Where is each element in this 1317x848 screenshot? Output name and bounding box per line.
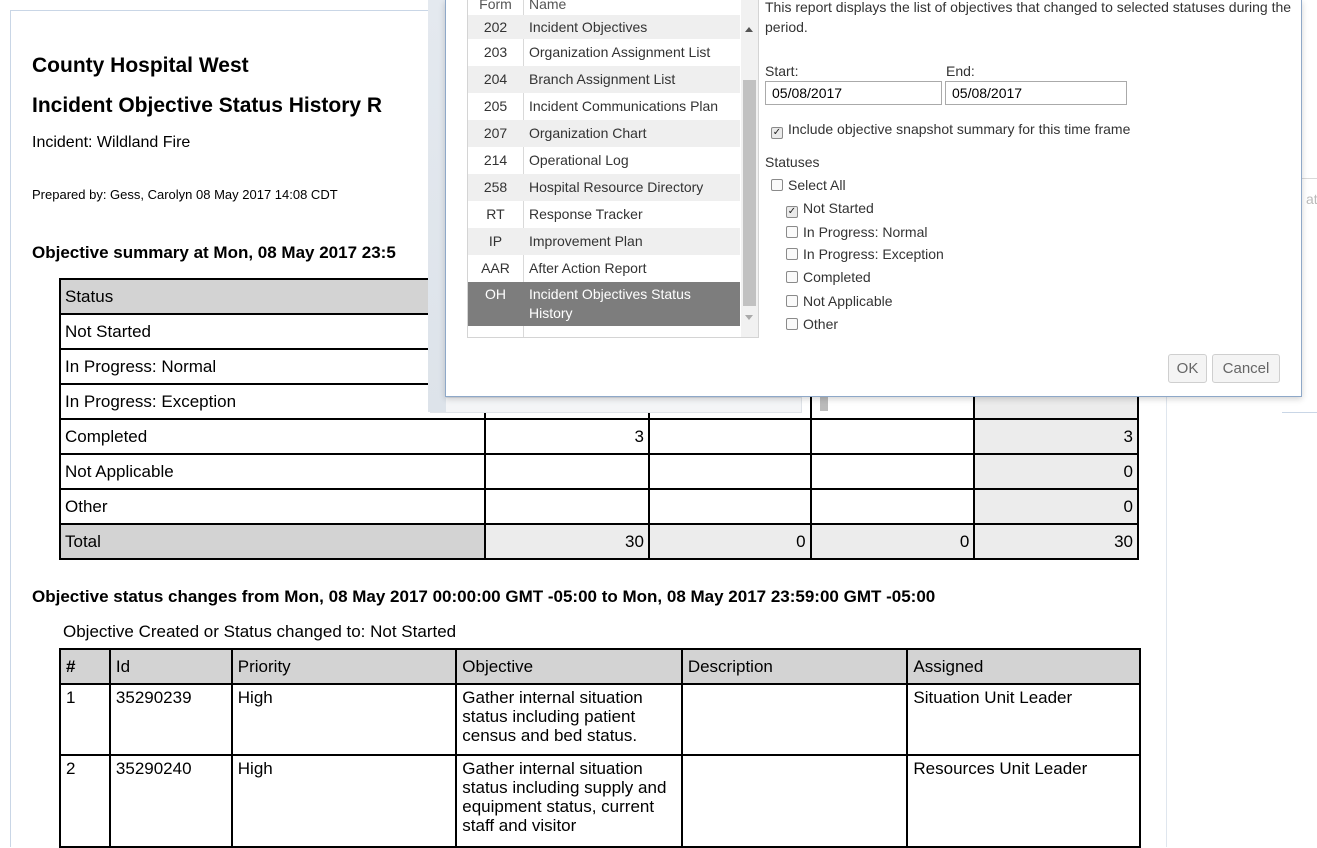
start-label: Start: <box>765 63 799 79</box>
report-options-dialog: Form Name 202 Incident Objectives 203 Or… <box>445 0 1302 397</box>
form-list-header: Form Name <box>468 0 740 15</box>
scroll-down-icon[interactable] <box>745 315 753 320</box>
form-row-ip[interactable]: IP Improvement Plan <box>468 228 740 255</box>
checkbox-empty-icon[interactable] <box>786 226 798 238</box>
form-row-204[interactable]: 204 Branch Assignment List <box>468 66 740 93</box>
col-number: # <box>59 648 111 685</box>
changes-header-row: # Id Priority Objective Description Assi… <box>59 648 1141 685</box>
edge-text: at <box>1306 191 1317 207</box>
snapshot-checkbox[interactable]: ✓ Include objective snapshot summary for … <box>771 121 1130 139</box>
col-objective: Objective <box>455 648 683 685</box>
end-date-input[interactable] <box>945 81 1127 105</box>
changes-table: # Id Priority Objective Description Assi… <box>59 648 1141 848</box>
col-priority: Priority <box>230 648 458 685</box>
summary-header-status: Status <box>58 278 487 315</box>
cancel-button[interactable]: Cancel <box>1212 354 1280 383</box>
total-label: Total <box>58 523 487 560</box>
status-completed-checkbox[interactable]: Completed <box>786 269 871 285</box>
hidden-panel-marker <box>820 397 828 411</box>
end-label: End: <box>946 63 975 79</box>
table-row: Completed 3 3 <box>58 418 1139 455</box>
table-row: Other 0 <box>58 488 1139 525</box>
status-cell: Not Applicable <box>58 453 487 490</box>
form-row-oh-selected[interactable]: OH Incident Objectives Status History <box>468 282 740 326</box>
status-not-started-checkbox[interactable]: ✓ Not Started <box>786 200 874 218</box>
report-title: Incident Objective Status History R <box>32 94 383 117</box>
snapshot-label: Include objective snapshot summary for t… <box>788 121 1131 137</box>
ok-button[interactable]: OK <box>1168 354 1207 383</box>
form-column-header: Form <box>479 0 512 12</box>
status-in-progress-normal-checkbox[interactable]: In Progress: Normal <box>786 224 927 240</box>
form-list[interactable]: Form Name 202 Incident Objectives 203 Or… <box>467 0 759 338</box>
table-row: Not Applicable 0 <box>58 453 1139 490</box>
edge-divider <box>1301 178 1317 179</box>
col-assigned: Assigned <box>906 648 1141 685</box>
form-list-scrollbar[interactable] <box>741 0 758 337</box>
name-column-header: Name <box>529 0 567 12</box>
select-all-checkbox[interactable]: Select All <box>771 177 846 193</box>
hospital-name: County Hospital West <box>32 54 249 77</box>
checkbox-empty-icon[interactable] <box>786 248 798 260</box>
status-not-applicable-checkbox[interactable]: Not Applicable <box>786 293 893 309</box>
start-date-input[interactable] <box>765 81 942 105</box>
statuses-label: Statuses <box>765 154 820 170</box>
form-row-202[interactable]: 202 Incident Objectives <box>468 15 740 39</box>
summary-heading: Objective summary at Mon, 08 May 2017 23… <box>32 243 396 262</box>
scrollbar-thumb[interactable] <box>743 80 756 306</box>
status-cell: In Progress: Normal <box>58 348 487 385</box>
changes-heading: Objective status changes from Mon, 08 Ma… <box>32 587 936 606</box>
status-other-checkbox[interactable]: Other <box>786 316 838 332</box>
form-row-258[interactable]: 258 Hospital Resource Directory <box>468 174 740 201</box>
form-row-205[interactable]: 205 Incident Communications Plan <box>468 93 740 120</box>
status-cell: Not Started <box>58 313 487 350</box>
report-description: This report displays the list of objecti… <box>765 0 1292 35</box>
dialog-overlay-edge <box>428 0 446 412</box>
checkbox-empty-icon[interactable] <box>771 179 783 191</box>
form-row-207[interactable]: 207 Organization Chart <box>468 120 740 147</box>
hidden-panel-edge <box>430 397 802 413</box>
prepared-by: Prepared by: Gess, Carolyn 08 May 2017 1… <box>32 187 338 202</box>
checkbox-empty-icon[interactable] <box>786 318 798 330</box>
checkbox-empty-icon[interactable] <box>786 271 798 283</box>
form-row-203[interactable]: 203 Organization Assignment List <box>468 39 740 66</box>
edge-divider-bottom <box>1282 412 1317 413</box>
status-in-progress-exception-checkbox[interactable]: In Progress: Exception <box>786 246 944 262</box>
col-id: Id <box>108 648 233 685</box>
form-row-aar[interactable]: AAR After Action Report <box>468 255 740 282</box>
table-row: 2 35290240 High Gather internal situatio… <box>59 754 1141 848</box>
table-row: 1 35290239 High Gather internal situatio… <box>59 683 1141 756</box>
checkbox-empty-icon[interactable] <box>786 295 798 307</box>
col-description: Description <box>680 648 909 685</box>
incident-name: Incident: Wildland Fire <box>32 134 191 151</box>
form-row-rt[interactable]: RT Response Tracker <box>468 201 740 228</box>
form-row-214[interactable]: 214 Operational Log <box>468 147 740 174</box>
checkmark-icon[interactable]: ✓ <box>786 206 798 218</box>
summary-total-row: Total 30 0 0 30 <box>58 523 1139 560</box>
checkmark-icon[interactable]: ✓ <box>771 127 783 139</box>
status-cell: In Progress: Exception <box>58 383 487 420</box>
status-cell: Other <box>58 488 487 525</box>
status-cell: Completed <box>58 418 487 455</box>
scroll-up-icon[interactable] <box>745 27 753 32</box>
changes-subheading: Objective Created or Status changed to: … <box>63 622 457 641</box>
